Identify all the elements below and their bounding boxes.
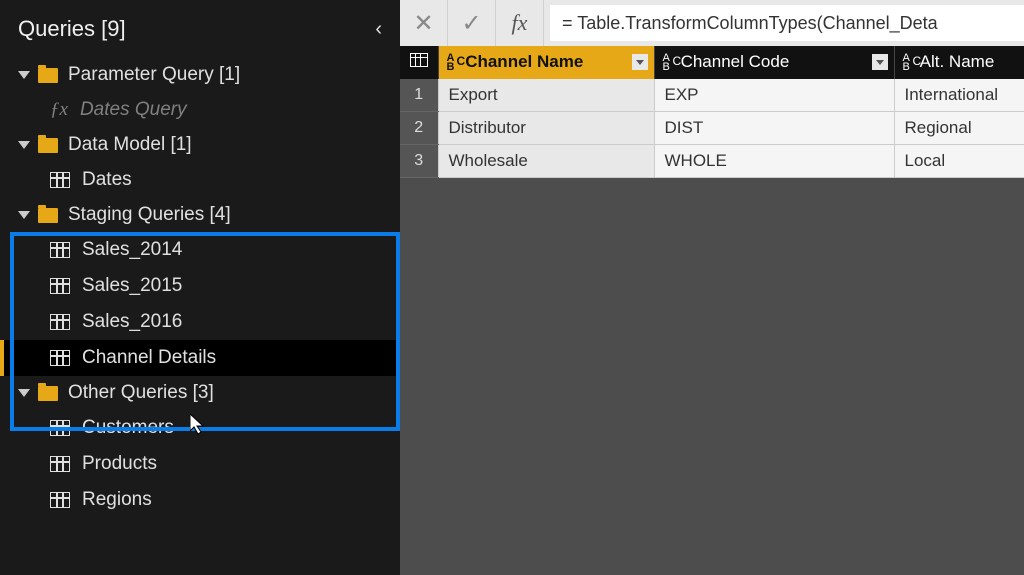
table-row[interactable]: 3 Wholesale WHOLE Local	[400, 144, 1024, 177]
tree-item-dates-query[interactable]: ƒx Dates Query	[0, 92, 400, 128]
tree-group-data-model[interactable]: Data Model [1]	[0, 128, 400, 162]
cancel-formula-button[interactable]: ✕	[400, 0, 448, 46]
cell[interactable]: WHOLE	[654, 144, 894, 177]
item-label: Customers	[82, 417, 174, 439]
item-label: Sales_2016	[82, 311, 182, 333]
table-icon	[50, 314, 70, 330]
formula-input[interactable]: = Table.TransformColumnTypes(Channel_Det…	[550, 5, 1024, 41]
main-area: ✕ ✓ fx = Table.TransformColumnTypes(Chan…	[400, 0, 1024, 575]
item-label: Dates	[82, 169, 132, 191]
table-icon	[50, 172, 70, 188]
item-label: Channel Details	[82, 347, 216, 369]
group-label: Parameter Query [1]	[68, 64, 240, 86]
cell[interactable]: Local	[894, 144, 1024, 177]
item-label: Sales_2015	[82, 275, 182, 297]
expand-triangle-icon	[18, 389, 30, 397]
row-number: 2	[400, 111, 438, 144]
text-type-icon: ABC	[663, 53, 670, 73]
column-dropdown-icon[interactable]	[632, 54, 648, 70]
folder-icon	[38, 386, 58, 401]
expand-triangle-icon	[18, 141, 30, 149]
tree-item-sales-2014[interactable]: Sales_2014	[0, 232, 400, 268]
column-label: Channel Code	[681, 52, 790, 71]
row-number: 3	[400, 144, 438, 177]
column-label: Channel Name	[465, 52, 583, 71]
text-type-icon: ABC	[903, 53, 910, 73]
tree-group-other-queries[interactable]: Other Queries [3]	[0, 376, 400, 410]
fx-button[interactable]: fx	[496, 0, 544, 46]
column-label: Alt. Name	[920, 52, 995, 71]
expand-triangle-icon	[18, 71, 30, 79]
table-icon	[50, 420, 70, 436]
group-label: Other Queries [3]	[68, 382, 214, 404]
folder-icon	[38, 208, 58, 223]
table-row[interactable]: 2 Distributor DIST Regional	[400, 111, 1024, 144]
tree-item-channel-details[interactable]: Channel Details	[0, 340, 400, 376]
column-header-channel-name[interactable]: ABC Channel Name	[438, 46, 654, 79]
column-header-alt-name[interactable]: ABC Alt. Name	[894, 46, 1024, 79]
cell[interactable]: DIST	[654, 111, 894, 144]
sidebar-title: Queries [9]	[18, 16, 126, 42]
group-label: Staging Queries [4]	[68, 204, 231, 226]
queries-tree: Parameter Query [1] ƒx Dates Query Data …	[0, 58, 400, 518]
fx-icon: ƒx	[50, 99, 68, 121]
expand-triangle-icon	[18, 211, 30, 219]
item-label: Sales_2014	[82, 239, 182, 261]
queries-sidebar: Queries [9] ‹ Parameter Query [1] ƒx Dat…	[0, 0, 400, 575]
tree-group-staging-queries[interactable]: Staging Queries [4]	[0, 198, 400, 232]
folder-icon	[38, 68, 58, 83]
column-header-channel-code[interactable]: ABC Channel Code	[654, 46, 894, 79]
folder-icon	[38, 138, 58, 153]
cell[interactable]: EXP	[654, 79, 894, 112]
formula-bar: ✕ ✓ fx = Table.TransformColumnTypes(Chan…	[400, 0, 1024, 46]
column-dropdown-icon[interactable]	[872, 54, 888, 70]
item-label: Products	[82, 453, 157, 475]
table-icon	[50, 242, 70, 258]
accept-formula-button[interactable]: ✓	[448, 0, 496, 46]
table-icon	[410, 53, 428, 67]
table-icon	[50, 492, 70, 508]
cell[interactable]: Distributor	[438, 111, 654, 144]
collapse-sidebar-icon[interactable]: ‹	[375, 18, 382, 41]
tree-item-dates[interactable]: Dates	[0, 162, 400, 198]
tree-item-sales-2015[interactable]: Sales_2015	[0, 268, 400, 304]
tree-item-regions[interactable]: Regions	[0, 482, 400, 518]
tree-item-customers[interactable]: Customers	[0, 410, 400, 446]
cell[interactable]: Export	[438, 79, 654, 112]
tree-group-parameter-query[interactable]: Parameter Query [1]	[0, 58, 400, 92]
row-number: 1	[400, 79, 438, 112]
tree-item-sales-2016[interactable]: Sales_2016	[0, 304, 400, 340]
item-label: Regions	[82, 489, 152, 511]
table-row[interactable]: 1 Export EXP International	[400, 79, 1024, 112]
cell[interactable]: Regional	[894, 111, 1024, 144]
item-label: Dates Query	[80, 99, 187, 121]
cell[interactable]: International	[894, 79, 1024, 112]
table-icon	[50, 456, 70, 472]
group-label: Data Model [1]	[68, 134, 192, 156]
cell[interactable]: Wholesale	[438, 144, 654, 177]
data-table: ABC Channel Name ABC Channel Code ABC Al…	[400, 46, 1024, 178]
sidebar-header: Queries [9] ‹	[0, 0, 400, 58]
table-icon	[50, 350, 70, 366]
table-corner-button[interactable]	[400, 46, 438, 79]
table-icon	[50, 278, 70, 294]
tree-item-products[interactable]: Products	[0, 446, 400, 482]
text-type-icon: ABC	[447, 53, 455, 73]
